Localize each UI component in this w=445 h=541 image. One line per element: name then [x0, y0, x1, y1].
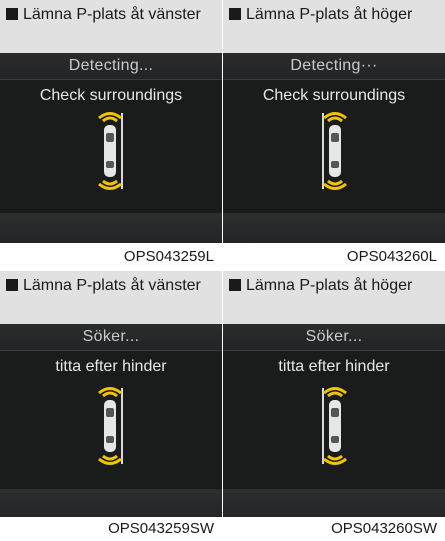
- cluster-display: Söker... titta efter hinder: [223, 324, 445, 517]
- panel-exit-right-en: Lämna P-plats åt höger Detecting··· Chec…: [223, 0, 445, 270]
- bottom-bar: [223, 213, 445, 243]
- panel-exit-left-sv: Lämna P-plats åt vänster Söker... titta …: [0, 271, 222, 541]
- caption-text: Lämna P-plats åt vänster: [23, 6, 201, 23]
- status-text: Söker...: [223, 324, 445, 350]
- car-top-view-icon: [322, 387, 347, 465]
- divider: [0, 350, 222, 351]
- cluster-display: Söker... titta efter hinder: [0, 324, 222, 517]
- bullet-square-icon: [6, 279, 18, 291]
- caption-box: Lämna P-plats åt höger: [223, 271, 445, 324]
- bottom-bar: [0, 213, 222, 243]
- bullet-square-icon: [229, 279, 241, 291]
- status-text: Detecting···: [223, 53, 445, 79]
- bottom-bar: [0, 489, 222, 517]
- figure-code: OPS043259L: [123, 248, 214, 265]
- caption-text: Lämna P-plats åt höger: [246, 277, 413, 294]
- figure-code: OPS043259SW: [108, 520, 214, 537]
- bottom-bar: [223, 489, 445, 517]
- caption-box: Lämna P-plats åt höger: [223, 0, 445, 53]
- bullet-square-icon: [6, 8, 18, 20]
- caption-text: Lämna P-plats åt vänster: [23, 277, 201, 294]
- caption-box: Lämna P-plats åt vänster: [0, 271, 222, 324]
- divider: [223, 79, 445, 80]
- divider: [0, 79, 222, 80]
- panel-exit-left-en: Lämna P-plats åt vänster Detecting... Ch…: [0, 0, 222, 270]
- figure-code: OPS043260L: [346, 248, 437, 265]
- cluster-display: Detecting... Check surroundings: [0, 53, 222, 243]
- caption-box: Lämna P-plats åt vänster: [0, 0, 222, 53]
- status-text: Söker...: [0, 324, 222, 350]
- message-text: titta efter hinder: [55, 358, 167, 375]
- cluster-display: Detecting··· Check surroundings: [223, 53, 445, 243]
- message-text: titta efter hinder: [278, 358, 390, 375]
- panel-exit-right-sv: Lämna P-plats åt höger Söker... titta ef…: [223, 271, 445, 541]
- message-text: Check surroundings: [39, 87, 183, 104]
- caption-text: Lämna P-plats åt höger: [246, 6, 413, 23]
- figure-code: OPS043260SW: [331, 520, 437, 537]
- status-text: Detecting...: [0, 53, 222, 79]
- car-top-view-icon: [98, 112, 123, 190]
- car-top-view-icon: [98, 387, 123, 465]
- car-top-view-icon: [322, 112, 347, 190]
- bullet-square-icon: [229, 8, 241, 20]
- divider: [223, 350, 445, 351]
- message-text: Check surroundings: [262, 87, 406, 104]
